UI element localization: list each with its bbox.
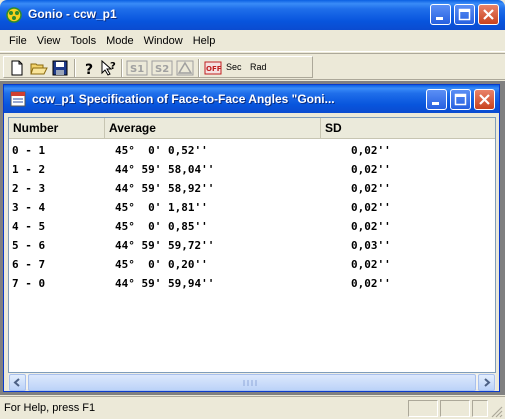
svg-text:?: ? [110,61,116,72]
new-document-icon[interactable] [8,60,26,76]
close-button[interactable] [478,4,499,25]
cell-number: 3 - 4 [12,201,46,214]
mdi-workspace: ccw_p1 Specification of Face-to-Face Ang… [0,81,505,395]
window-title: Gonio - ccw_p1 [28,7,117,21]
column-header-sd[interactable]: SD [321,118,495,139]
cell-average: 45° 0' 0,85'' [115,220,208,233]
minimize-button[interactable] [430,4,451,25]
maximize-icon [458,8,471,21]
table-row[interactable]: 5 - 6 44° 59' 59,72'' 0,03'' [9,236,495,255]
main-titlebar[interactable]: Gonio - ccw_p1 [0,0,505,30]
help-icon[interactable]: ? [80,60,98,76]
cell-average: 45° 0' 0,52'' [115,144,208,157]
svg-text:?: ? [85,62,93,76]
cell-average: 44° 59' 59,72'' [115,239,215,252]
menu-bar: File View Tools Mode Window Help [0,30,505,52]
menu-view[interactable]: View [32,33,66,49]
column-header-average[interactable]: Average [105,118,321,139]
status-panel [440,400,470,417]
cell-sd: 0,03'' [351,239,391,252]
cell-average: 45° 0' 1,81'' [115,201,208,214]
gonio-app-icon [6,7,22,23]
horizontal-scrollbar[interactable] [8,373,496,391]
specification-window: ccw_p1 Specification of Face-to-Face Ang… [3,84,500,392]
arrow-right-icon [484,378,491,387]
cell-number: 2 - 3 [12,182,46,195]
child-maximize-button[interactable] [450,89,471,110]
cell-sd: 0,02'' [351,144,391,157]
document-icon [10,91,26,107]
cell-sd: 0,02'' [351,220,391,233]
cell-number: 7 - 0 [12,277,46,290]
angles-list[interactable]: Number Average SD 0 - 1 45° 0' 0,52'' 0,… [8,117,496,373]
scroll-left-button[interactable] [9,374,26,391]
child-titlebar[interactable]: ccw_p1 Specification of Face-to-Face Ang… [4,85,499,113]
menu-mode[interactable]: Mode [101,33,139,49]
svg-text:S2: S2 [155,64,169,75]
cell-average: 44° 59' 59,94'' [115,277,215,290]
cell-average: 44° 59' 58,92'' [115,182,215,195]
resize-grip-icon[interactable] [489,404,503,418]
table-row[interactable]: 0 - 1 45° 0' 0,52'' 0,02'' [9,141,495,160]
table-row[interactable]: 6 - 7 45° 0' 0,20'' 0,02'' [9,255,495,274]
open-folder-icon[interactable] [30,60,48,76]
scroll-right-button[interactable] [478,374,495,391]
maximize-button[interactable] [454,4,475,25]
status-bar: For Help, press F1 [0,396,505,419]
menu-help[interactable]: Help [188,33,221,49]
sec-button[interactable]: Sec [226,62,242,72]
rad-button[interactable]: Rad [250,62,267,72]
child-window-title: ccw_p1 Specification of Face-to-Face Ang… [32,92,335,106]
cell-sd: 0,02'' [351,258,391,271]
cell-number: 1 - 2 [12,163,46,176]
table-row[interactable]: 7 - 0 44° 59' 59,94'' 0,02'' [9,274,495,293]
cell-number: 4 - 5 [12,220,46,233]
list-header: Number Average SD [9,118,495,139]
close-icon [483,9,494,20]
grip-icon [243,380,257,386]
scroll-thumb[interactable] [28,374,476,391]
column-header-number[interactable]: Number [9,118,105,139]
table-row[interactable]: 3 - 4 45° 0' 1,81'' 0,02'' [9,198,495,217]
triangle-icon[interactable] [176,60,194,76]
svg-text:S1: S1 [130,64,144,75]
cell-sd: 0,02'' [351,163,391,176]
table-row[interactable]: 2 - 3 44° 59' 58,92'' 0,02'' [9,179,495,198]
table-row[interactable]: 1 - 2 44° 59' 58,04'' 0,02'' [9,160,495,179]
status-text: For Help, press F1 [4,402,96,414]
cell-sd: 0,02'' [351,201,391,214]
menu-window[interactable]: Window [139,33,188,49]
child-minimize-button[interactable] [426,89,447,110]
status-panel [472,400,488,417]
menu-tools[interactable]: Tools [65,33,101,49]
cell-average: 44° 59' 58,04'' [115,163,215,176]
minimize-icon [436,17,443,20]
cell-sd: 0,02'' [351,277,391,290]
cell-number: 5 - 6 [12,239,46,252]
close-icon [479,94,490,105]
context-help-icon[interactable]: ? [100,60,118,76]
cell-number: 0 - 1 [12,144,46,157]
arrow-left-icon [13,378,20,387]
s1-icon[interactable]: S1 [126,60,148,76]
save-disk-icon[interactable] [51,60,69,76]
table-row[interactable]: 4 - 5 45° 0' 0,85'' 0,02'' [9,217,495,236]
menu-file[interactable]: File [4,33,32,49]
status-panel [408,400,438,417]
maximize-icon [454,93,467,106]
cell-number: 6 - 7 [12,258,46,271]
child-close-button[interactable] [474,89,495,110]
cell-average: 45° 0' 0,20'' [115,258,208,271]
cell-sd: 0,02'' [351,182,391,195]
toolbar: ? ? S1 S2 OFF Sec Rad [0,53,505,80]
svg-text:OFF: OFF [206,65,222,73]
off-on-icon[interactable]: OFF [204,60,222,76]
s2-icon[interactable]: S2 [151,60,173,76]
minimize-icon [432,102,439,105]
